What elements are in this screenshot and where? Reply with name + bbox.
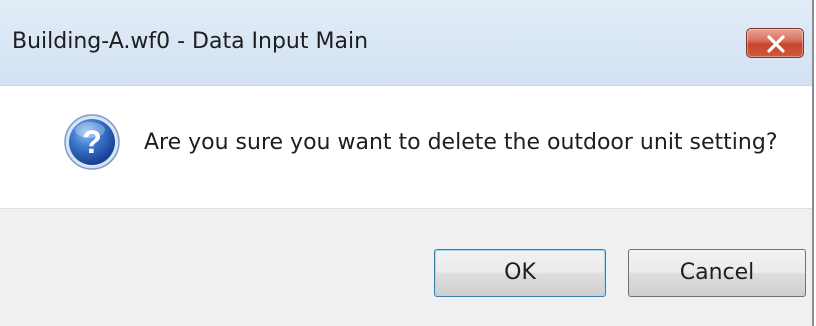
- title-bar: Building-A.wf0 - Data Input Main: [0, 0, 812, 86]
- window-title: Building-A.wf0 - Data Input Main: [12, 29, 369, 54]
- message-dialog: Building-A.wf0 - Data Input Main ? Are y…: [0, 0, 814, 326]
- question-icon: ?: [64, 114, 120, 170]
- cancel-button[interactable]: Cancel: [628, 249, 806, 297]
- dialog-message: Are you sure you want to delete the outd…: [144, 130, 778, 155]
- close-button[interactable]: [746, 28, 804, 58]
- ok-button[interactable]: OK: [434, 249, 606, 297]
- dialog-footer: OK Cancel: [0, 208, 812, 326]
- close-icon: [767, 35, 785, 53]
- dialog-content: ? Are you sure you want to delete the ou…: [0, 86, 812, 208]
- svg-text:?: ?: [82, 124, 102, 160]
